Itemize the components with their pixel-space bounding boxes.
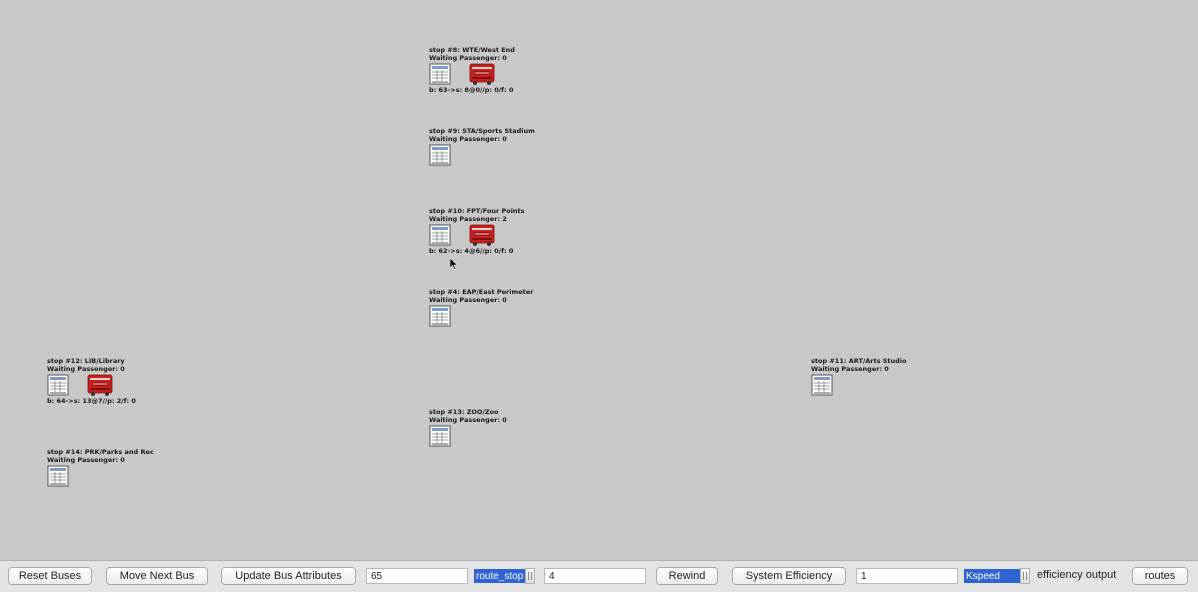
bus-stop-icon[interactable] — [429, 224, 451, 246]
attribute-value-field[interactable]: 4 — [544, 568, 646, 584]
system-efficiency-button[interactable]: System Efficiency — [732, 567, 846, 585]
stop-title: stop #14: PRK/Parks and Rec — [47, 448, 154, 456]
bus-stop-icon[interactable] — [429, 144, 451, 166]
stop-title: stop #13: ZOO/Zoo — [429, 408, 499, 416]
updown-arrows-icon[interactable] — [525, 568, 536, 584]
bus-stop-icon[interactable] — [47, 465, 69, 487]
constant-select[interactable]: Kspeed — [964, 568, 1030, 584]
stop-title: stop #10: FPT/Four Points — [429, 207, 525, 215]
stop-waiting-count: Waiting Passenger: 0 — [429, 135, 507, 143]
bus-icon[interactable] — [469, 223, 495, 247]
attribute-select-value: route_stop — [474, 569, 526, 583]
rewind-button[interactable]: Rewind — [656, 567, 718, 585]
stop-waiting-count: Waiting Passenger: 0 — [429, 416, 507, 424]
bus-stop-icon[interactable] — [429, 425, 451, 447]
routes-button[interactable]: routes — [1132, 567, 1188, 585]
stop-waiting-count: Waiting Passenger: 2 — [429, 215, 507, 223]
stop-waiting-count: Waiting Passenger: 0 — [47, 456, 125, 464]
stop-title: stop #9: STA/Sports Stadium — [429, 127, 535, 135]
control-toolbar: Reset Buses Move Next Bus Update Bus Att… — [0, 560, 1198, 592]
stop-title: stop #11: ART/Arts Studio — [811, 357, 907, 365]
efficiency-output-label: efficiency output — [1037, 569, 1117, 581]
stop-title: stop #12: LIB/Library — [47, 357, 125, 365]
mouse-cursor-icon — [450, 258, 458, 270]
stop-8: stop #8: WTE/West End Waiting Passenger:… — [429, 46, 629, 94]
stop-10: stop #10: FPT/Four Points Waiting Passen… — [429, 207, 629, 255]
bus-id-field[interactable]: 65 — [366, 568, 468, 584]
stop-13: stop #13: ZOO/Zoo Waiting Passenger: 0 — [429, 408, 629, 451]
stop-title: stop #4: EAP/East Perimeter — [429, 288, 534, 296]
bus-icon[interactable] — [87, 373, 113, 397]
stop-11: stop #11: ART/Arts Studio Waiting Passen… — [811, 357, 1011, 400]
bus-stop-icon[interactable] — [429, 305, 451, 327]
bus-stop-icon[interactable] — [811, 374, 833, 396]
stop-12: stop #12: LIB/Library Waiting Passenger:… — [47, 357, 247, 405]
stop-waiting-count: Waiting Passenger: 0 — [811, 365, 889, 373]
attribute-select[interactable]: route_stop — [474, 568, 536, 584]
bus-stop-icon[interactable] — [429, 63, 451, 85]
update-bus-attributes-button[interactable]: Update Bus Attributes — [221, 567, 356, 585]
stop-waiting-count: Waiting Passenger: 0 — [429, 54, 507, 62]
updown-arrows-icon[interactable] — [1020, 568, 1030, 584]
stop-waiting-count: Waiting Passenger: 0 — [429, 296, 507, 304]
stop-4: stop #4: EAP/East Perimeter Waiting Pass… — [429, 288, 629, 331]
bus-icon[interactable] — [469, 62, 495, 86]
efficiency-value-field[interactable]: 1 — [856, 568, 958, 584]
simulation-canvas: stop #8: WTE/West End Waiting Passenger:… — [0, 0, 1198, 560]
stop-waiting-count: Waiting Passenger: 0 — [47, 365, 125, 373]
constant-select-value: Kspeed — [964, 569, 1020, 583]
stop-title: stop #8: WTE/West End — [429, 46, 515, 54]
stop-9: stop #9: STA/Sports Stadium Waiting Pass… — [429, 127, 629, 170]
reset-buses-button[interactable]: Reset Buses — [8, 567, 92, 585]
bus-stop-icon[interactable] — [47, 374, 69, 396]
move-next-bus-button[interactable]: Move Next Bus — [106, 567, 208, 585]
stop-14: stop #14: PRK/Parks and Rec Waiting Pass… — [47, 448, 247, 491]
